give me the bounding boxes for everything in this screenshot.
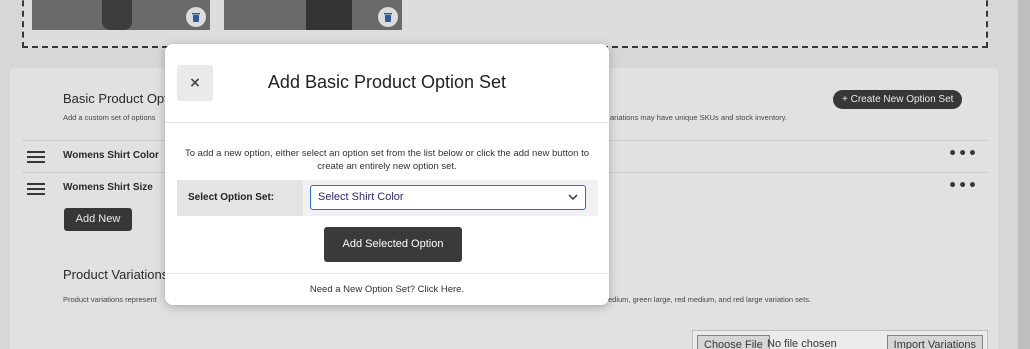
select-option-set-label: Select Option Set: (177, 180, 303, 216)
chevron-down-icon (568, 194, 578, 201)
instructions-line-1: To add a new option, either select an op… (185, 148, 589, 159)
modal-instructions: To add a new option, either select an op… (175, 147, 599, 173)
add-selected-option-button[interactable]: Add Selected Option (324, 227, 462, 262)
need-new-option-set-link[interactable]: Need a New Option Set? Click Here. (165, 284, 609, 295)
modal-footer-divider (165, 273, 609, 274)
add-option-set-modal: × Add Basic Product Option Set To add a … (165, 44, 609, 305)
modal-header-divider (165, 122, 609, 123)
instructions-line-2: create an entirely new option set. (317, 161, 457, 172)
select-option-set-row: Select Option Set: Select Shirt Color (177, 180, 598, 216)
modal-title: Add Basic Product Option Set (267, 72, 507, 92)
option-set-select[interactable]: Select Shirt Color (310, 185, 586, 210)
option-set-select-value: Select Shirt Color (318, 191, 404, 203)
